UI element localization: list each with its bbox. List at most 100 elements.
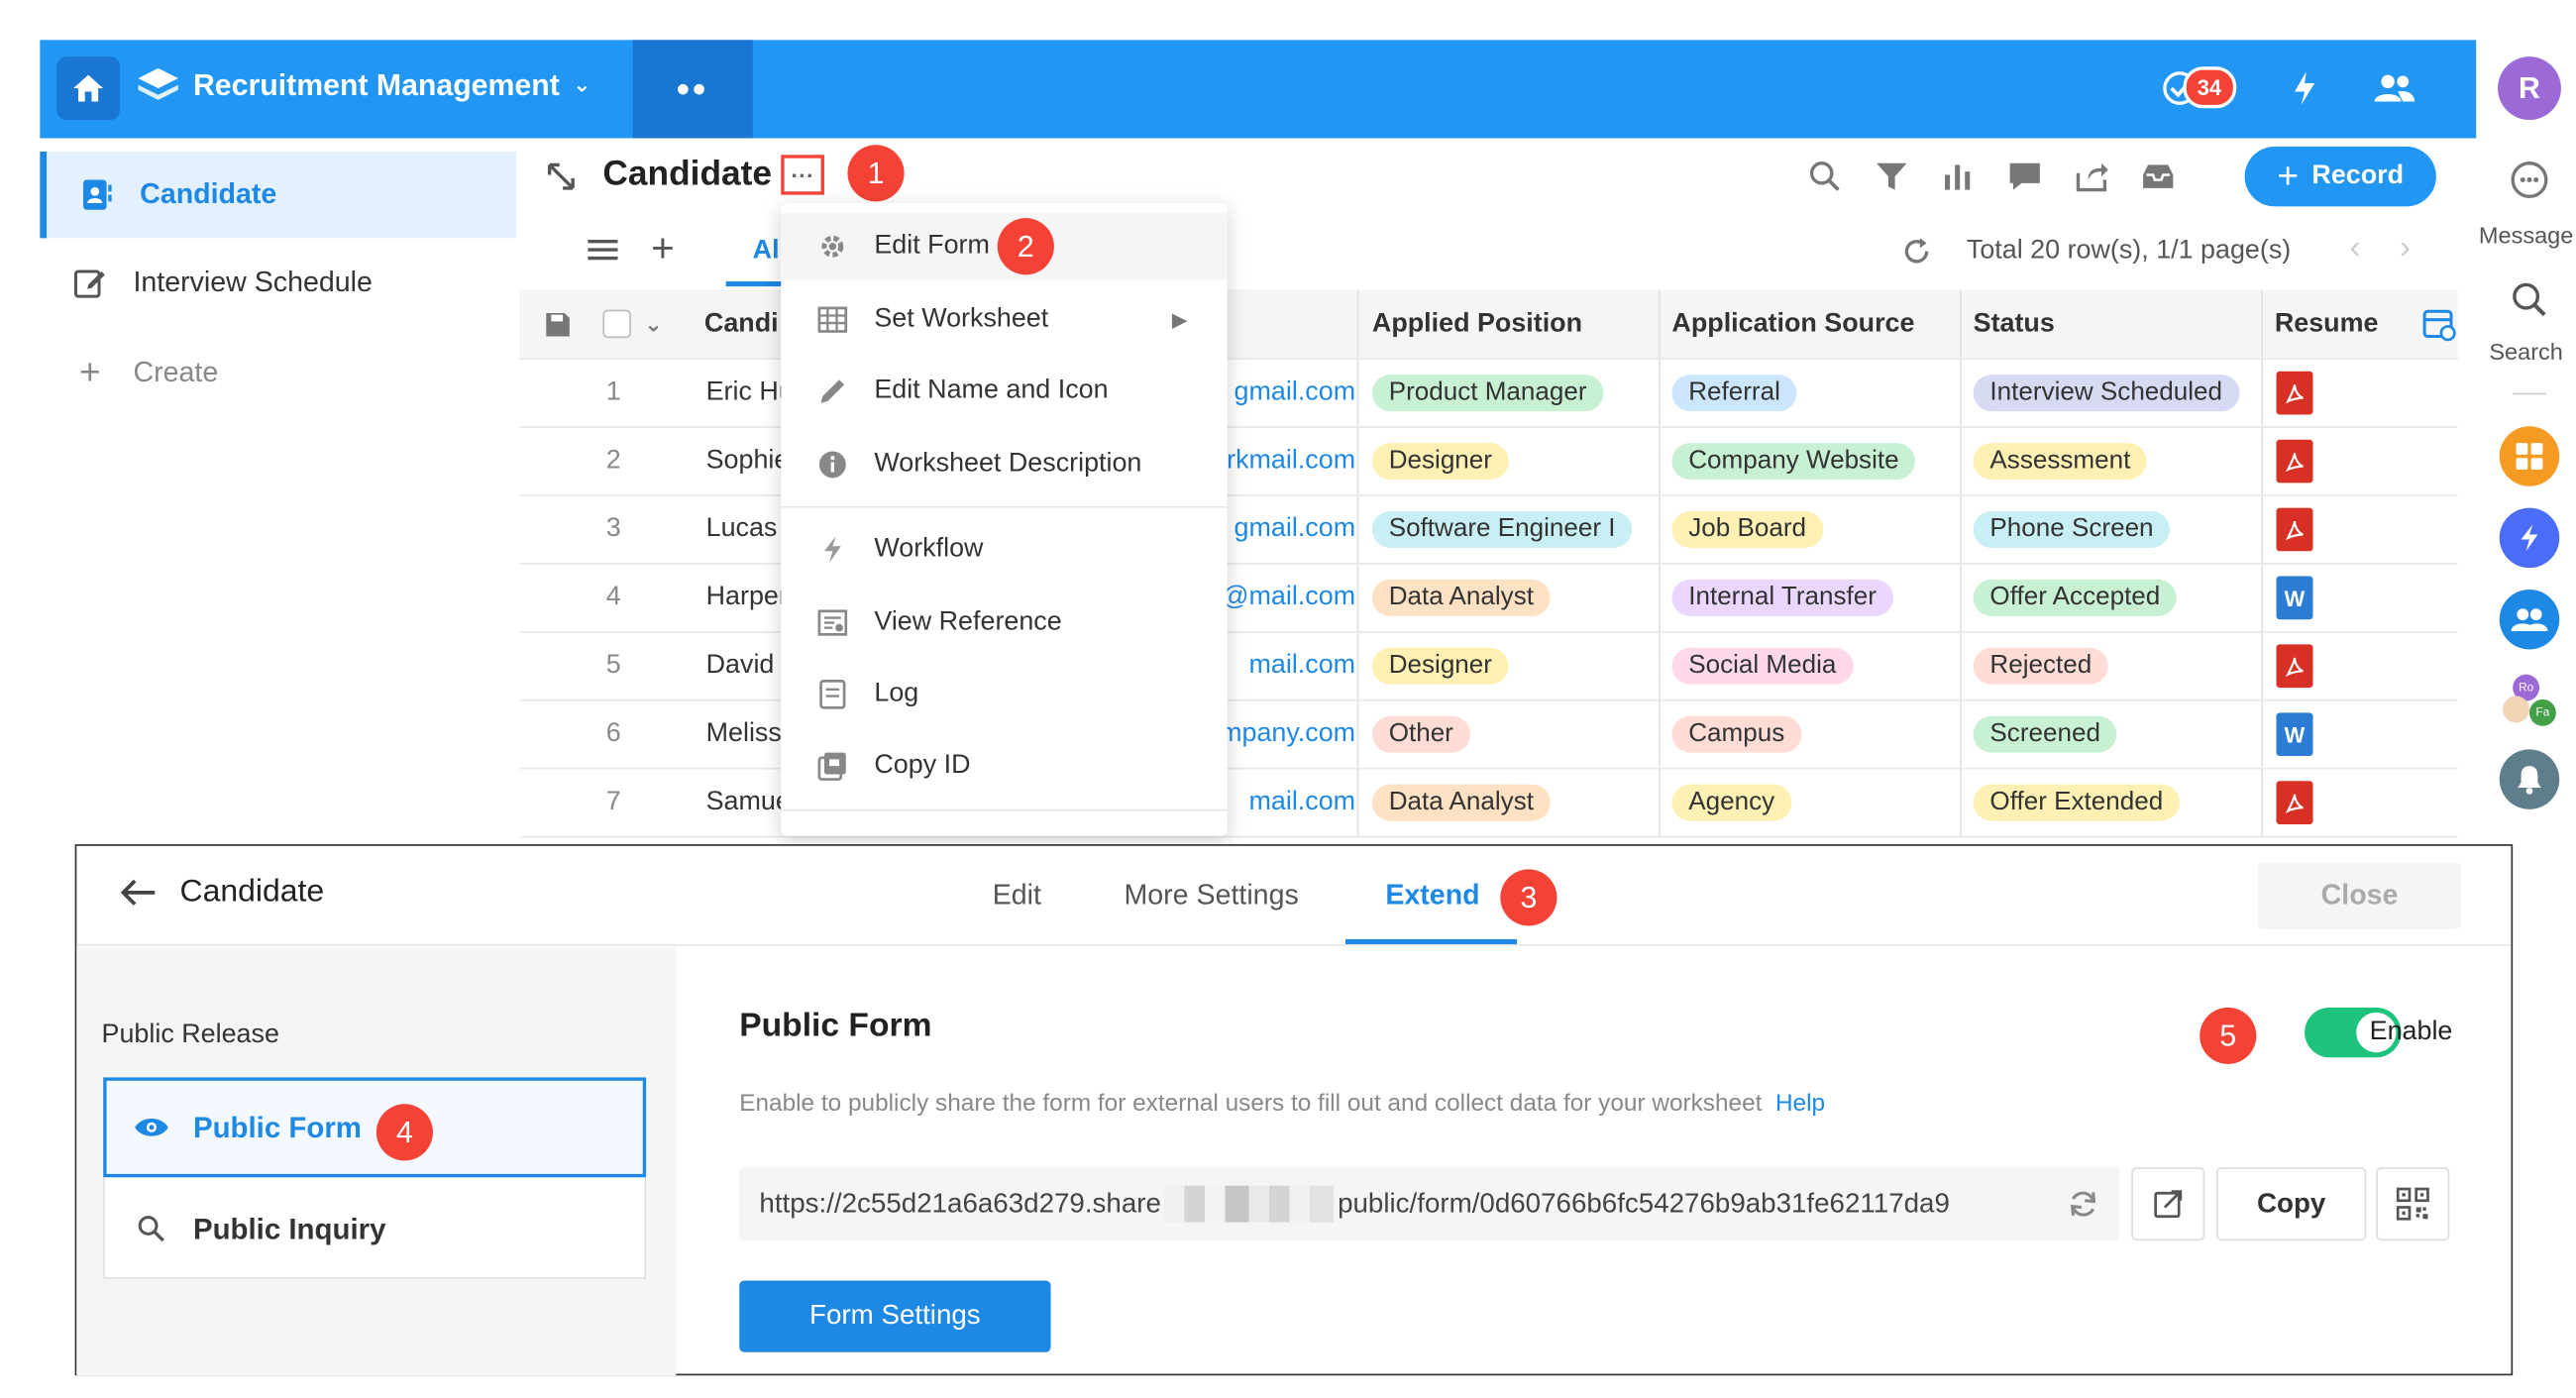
comment-icon[interactable] (2008, 160, 2042, 193)
resume-cell[interactable]: W (2261, 564, 2457, 631)
pdf-file-icon[interactable] (2276, 781, 2313, 824)
select-all-checkbox[interactable]: ⌄ (602, 289, 663, 358)
header-name[interactable]: Candi (704, 289, 779, 358)
close-button[interactable]: Close (2258, 862, 2462, 929)
menu-icon[interactable] (588, 238, 618, 265)
tab-more-settings[interactable]: More Settings (1124, 879, 1298, 913)
prev-page-icon[interactable]: ‹ (2349, 230, 2360, 269)
bell-icon[interactable] (2499, 749, 2560, 809)
search-icon[interactable] (2510, 279, 2549, 319)
group-icon[interactable] (2499, 589, 2560, 650)
source-cell[interactable]: Campus (1658, 700, 1960, 768)
pdf-file-icon[interactable] (2276, 439, 2313, 484)
header-status[interactable]: Status (1960, 289, 2261, 359)
header-application-source[interactable]: Application Source (1658, 289, 1960, 359)
chart-icon[interactable] (1942, 160, 1976, 193)
email-cell[interactable]: mail.com (1226, 633, 1355, 699)
qr-code-button[interactable] (2376, 1167, 2450, 1241)
search-icon[interactable] (1808, 160, 1842, 193)
app-switcher[interactable]: Recruitment Management ⌄ (137, 66, 591, 103)
flash-icon[interactable] (2499, 507, 2560, 569)
worksheet-more-button[interactable]: ··· (781, 155, 824, 195)
position-cell[interactable]: Product Manager (1356, 360, 1661, 427)
apps-grid-icon[interactable] (2499, 426, 2560, 486)
menu-item-worksheet-description[interactable]: Worksheet Description (781, 431, 1227, 497)
source-cell[interactable]: Agency (1658, 769, 1960, 836)
expand-icon[interactable] (546, 161, 576, 191)
email-cell[interactable]: mpany.com (1226, 701, 1355, 768)
menu-item-copy-id[interactable]: Copy ID (781, 733, 1227, 800)
resume-cell[interactable] (2261, 360, 2457, 427)
copy-button[interactable]: Copy (2216, 1167, 2367, 1241)
email-cell[interactable]: gmail.com (1226, 496, 1356, 563)
help-link[interactable]: Help (1775, 1091, 1825, 1118)
menu-item-workflow[interactable]: Workflow (781, 516, 1227, 583)
column-settings-icon[interactable] (2422, 289, 2456, 358)
user-avatar[interactable]: R (2498, 56, 2561, 121)
position-cell[interactable]: Data Analyst (1356, 769, 1661, 836)
status-cell[interactable]: Offer Extended (1960, 769, 2261, 836)
pdf-file-icon[interactable] (2276, 507, 2313, 552)
status-cell[interactable]: Phone Screen (1960, 495, 2261, 564)
status-cell[interactable]: Screened (1960, 700, 2261, 768)
home-button[interactable] (56, 56, 121, 121)
mini-avatar[interactable]: Fa (2528, 699, 2556, 726)
position-cell[interactable]: Software Engineer I (1356, 495, 1661, 564)
source-cell[interactable]: Social Media (1658, 632, 1960, 699)
source-cell[interactable]: Internal Transfer (1658, 564, 1960, 631)
tab-extend[interactable]: Extend (1385, 879, 1479, 913)
sidebar-item-public-inquiry[interactable]: Public Inquiry (103, 1181, 646, 1277)
resume-cell[interactable] (2261, 495, 2457, 564)
add-view-button[interactable]: + (651, 227, 675, 273)
status-cell[interactable]: Offer Accepted (1960, 564, 2261, 631)
status-cell[interactable]: Interview Scheduled (1960, 360, 2261, 427)
form-settings-button[interactable]: Form Settings (739, 1280, 1051, 1352)
source-cell[interactable]: Company Website (1658, 427, 1960, 495)
open-link-button[interactable] (2131, 1167, 2205, 1241)
resume-cell[interactable] (2261, 632, 2457, 699)
position-cell[interactable]: Data Analyst (1356, 564, 1661, 631)
regenerate-icon[interactable] (2067, 1187, 2100, 1221)
email-cell[interactable]: vorkmail.com (1226, 428, 1355, 494)
mini-avatar[interactable] (2503, 696, 2529, 723)
menu-item-edit-name-icon[interactable]: Edit Name and Icon (781, 358, 1227, 424)
contacts-icon[interactable] (2373, 69, 2416, 106)
more-apps-button[interactable]: •• (632, 40, 753, 139)
header-applied-position[interactable]: Applied Position (1356, 289, 1661, 359)
share-icon[interactable] (2075, 160, 2108, 193)
resume-cell[interactable]: W (2261, 700, 2457, 768)
public-url-field[interactable]: https://2c55d21a6a63d279.share public/fo… (739, 1167, 2120, 1241)
menu-item-set-worksheet[interactable]: Set Worksheet ▶ (781, 286, 1227, 353)
email-cell[interactable]: gmail.com (1226, 360, 1356, 426)
source-cell[interactable]: Job Board (1658, 495, 1960, 564)
resume-cell[interactable] (2261, 427, 2457, 495)
position-cell[interactable]: Other (1356, 700, 1661, 768)
status-cell[interactable]: Rejected (1960, 632, 2261, 699)
email-cell[interactable]: mail.com (1226, 769, 1355, 835)
source-cell[interactable]: Referral (1658, 360, 1960, 427)
pdf-file-icon[interactable] (2276, 371, 2313, 415)
sidebar-item-public-form[interactable]: Public Form (103, 1077, 647, 1178)
resume-cell[interactable] (2261, 769, 2457, 836)
save-icon[interactable] (545, 289, 572, 358)
refresh-icon[interactable] (1901, 237, 1931, 267)
status-cell[interactable]: Assessment (1960, 427, 2261, 495)
back-button[interactable]: Candidate (120, 874, 324, 911)
email-cell[interactable]: @mail.com (1226, 565, 1355, 631)
nav-item-candidate[interactable]: Candidate (40, 151, 517, 239)
inbox-icon[interactable] (2141, 160, 2175, 193)
tab-edit[interactable]: Edit (993, 879, 1041, 913)
position-cell[interactable]: Designer (1356, 632, 1661, 699)
position-cell[interactable]: Designer (1356, 427, 1661, 495)
pdf-file-icon[interactable] (2276, 644, 2313, 689)
tasks-button[interactable]: 34 (2159, 66, 2237, 109)
word-file-icon[interactable]: W (2276, 712, 2313, 757)
nav-item-interview-schedule[interactable]: Interview Schedule (40, 240, 516, 326)
nav-create[interactable]: + Create (40, 330, 516, 416)
word-file-icon[interactable]: W (2276, 576, 2313, 620)
workflow-icon[interactable] (2287, 69, 2323, 106)
menu-item-log[interactable]: Log (781, 661, 1227, 727)
filter-icon[interactable] (1875, 160, 1908, 193)
add-record-button[interactable]: + Record (2244, 146, 2436, 207)
next-page-icon[interactable]: › (2400, 230, 2411, 269)
